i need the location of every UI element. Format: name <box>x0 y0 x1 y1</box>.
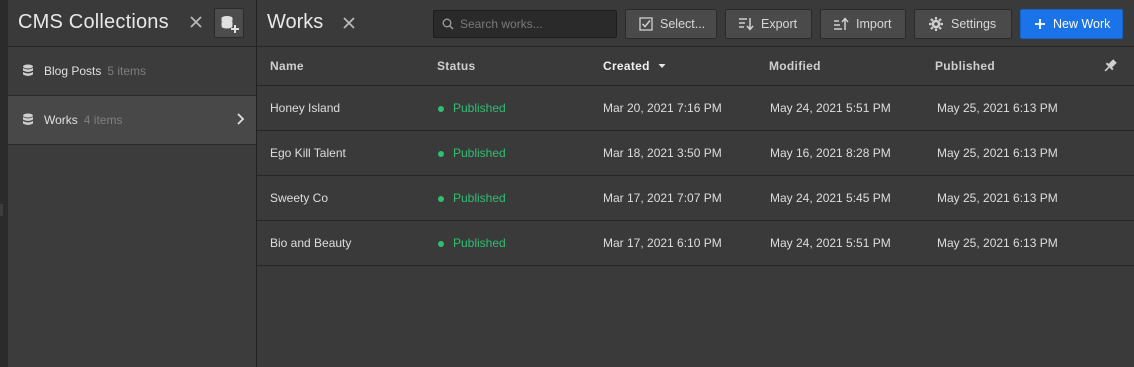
table-header: Name Status Created Modified Published <box>257 47 1134 86</box>
pin-columns-button[interactable] <box>1102 58 1118 79</box>
new-work-label: New Work <box>1053 17 1111 31</box>
checkbox-icon <box>639 17 653 31</box>
search-input[interactable] <box>456 11 619 37</box>
cell-created: Mar 17, 2021 6:10 PM <box>603 236 722 250</box>
collection-count: 5 items <box>107 64 147 78</box>
database-icon <box>23 113 33 125</box>
collection-label: Works 4 items <box>44 113 122 127</box>
table-row[interactable]: Ego Kill Talent Published Mar 18, 2021 3… <box>257 131 1134 176</box>
cell-status: Published <box>453 101 506 115</box>
cell-created: Mar 18, 2021 3:50 PM <box>603 146 722 160</box>
collection-item-works[interactable]: Works 4 items <box>8 96 256 145</box>
table-row[interactable]: Honey Island Published Mar 20, 2021 7:16… <box>257 86 1134 131</box>
new-work-button[interactable]: New Work <box>1020 9 1123 39</box>
collection-name: Works <box>44 113 78 127</box>
close-collections-button[interactable] <box>187 13 205 31</box>
cell-name: Honey Island <box>270 101 341 115</box>
cell-modified: May 24, 2021 5:51 PM <box>770 101 891 115</box>
export-button[interactable]: Export <box>725 9 812 39</box>
cell-name: Bio and Beauty <box>270 236 352 250</box>
pin-icon <box>1104 59 1117 72</box>
works-table: Name Status Created Modified Published H… <box>257 47 1134 266</box>
collection-label: Blog Posts 5 items <box>44 64 146 78</box>
close-icon <box>190 16 202 28</box>
cell-published: May 25, 2021 6:13 PM <box>937 101 1058 115</box>
table-row[interactable]: Sweety Co Published Mar 17, 2021 7:07 PM… <box>257 176 1134 221</box>
column-header-published[interactable]: Published <box>935 59 995 73</box>
cell-published: May 25, 2021 6:13 PM <box>937 146 1058 160</box>
export-icon <box>739 18 754 31</box>
column-header-created[interactable]: Created <box>603 59 666 73</box>
database-icon <box>23 64 33 76</box>
import-button[interactable]: Import <box>820 9 906 39</box>
add-collection-icon <box>221 16 239 33</box>
select-label: Select... <box>660 17 706 31</box>
close-icon <box>343 17 355 29</box>
settings-label: Settings <box>951 17 997 31</box>
select-button[interactable]: Select... <box>625 9 717 39</box>
collection-name: Blog Posts <box>44 64 102 78</box>
cell-status: Published <box>453 191 506 205</box>
collections-title: CMS Collections <box>18 11 169 33</box>
column-header-created-label: Created <box>603 59 650 73</box>
cell-published: May 25, 2021 6:13 PM <box>937 191 1058 205</box>
cell-published: May 25, 2021 6:13 PM <box>937 236 1058 250</box>
column-header-status[interactable]: Status <box>437 59 475 73</box>
cell-created: Mar 17, 2021 7:07 PM <box>603 191 722 205</box>
plus-icon <box>1035 19 1045 29</box>
settings-button[interactable]: Settings <box>914 9 1012 39</box>
import-icon <box>834 17 849 30</box>
close-works-button[interactable] <box>341 15 357 36</box>
works-title: Works <box>267 11 324 33</box>
cell-status: Published <box>453 146 506 160</box>
status-dot <box>438 241 444 247</box>
cell-created: Mar 20, 2021 7:16 PM <box>603 101 722 115</box>
search-icon <box>442 18 454 30</box>
cell-modified: May 16, 2021 8:28 PM <box>770 146 891 160</box>
chevron-right-icon <box>237 113 245 125</box>
gear-icon <box>929 17 943 31</box>
collection-count: 4 items <box>83 113 123 127</box>
table-row[interactable]: Bio and Beauty Published Mar 17, 2021 6:… <box>257 221 1134 266</box>
works-panel: Works Select... Export Import <box>257 0 1134 367</box>
status-dot <box>438 106 444 112</box>
cell-modified: May 24, 2021 5:45 PM <box>770 191 891 205</box>
cell-name: Ego Kill Talent <box>270 146 346 160</box>
sort-desc-icon <box>658 64 666 68</box>
column-header-modified[interactable]: Modified <box>769 59 821 73</box>
status-dot <box>438 151 444 157</box>
cell-modified: May 24, 2021 5:51 PM <box>770 236 891 250</box>
export-label: Export <box>761 17 798 31</box>
add-collection-button[interactable] <box>214 8 244 38</box>
import-label: Import <box>856 17 892 31</box>
collections-header: CMS Collections <box>8 0 256 47</box>
works-header: Works Select... Export Import <box>257 0 1134 47</box>
cell-name: Sweety Co <box>270 191 329 205</box>
cell-status: Published <box>453 236 506 250</box>
strip-marker <box>0 204 3 216</box>
collection-item-blog-posts[interactable]: Blog Posts 5 items <box>8 47 256 96</box>
status-dot <box>438 196 444 202</box>
column-header-name[interactable]: Name <box>270 59 304 73</box>
search-box[interactable] <box>433 10 619 38</box>
collections-panel: CMS Collections Blog Posts 5 items Works… <box>8 0 257 367</box>
